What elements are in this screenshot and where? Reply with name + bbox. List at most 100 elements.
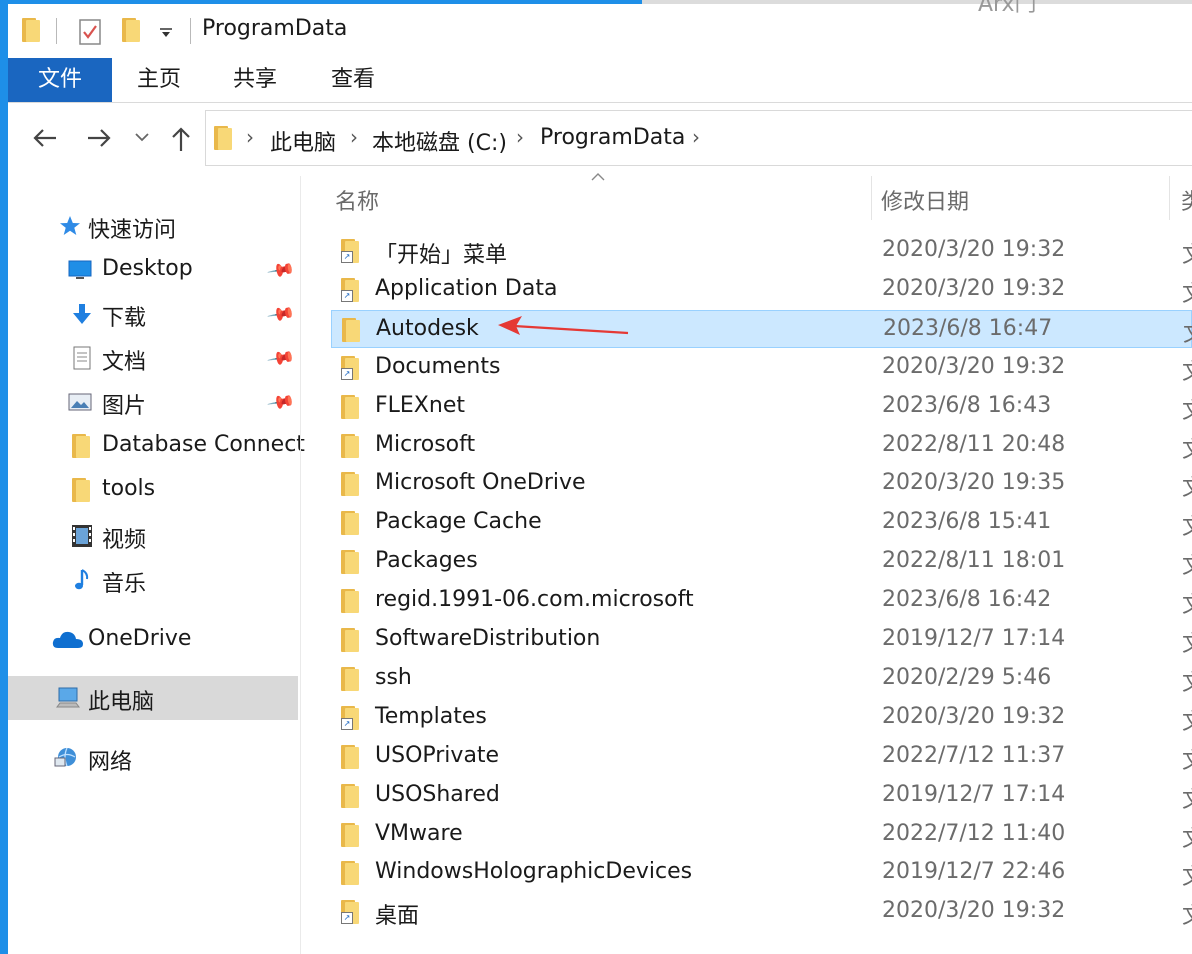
customize-toolbar-dropdown-icon[interactable]: [159, 28, 173, 38]
sidebar-item-label: 此电脑: [88, 690, 155, 715]
sidebar-item-label: 文档: [102, 350, 147, 375]
file-date-modified: 2023/6/8 16:43: [882, 392, 1052, 418]
file-row[interactable]: USOShared 2019/12/7 17:14 文: [331, 777, 1192, 815]
up-arrow-icon[interactable]: [170, 126, 192, 152]
file-row[interactable]: USOPrivate 2022/7/12 11:37 文: [331, 738, 1192, 776]
sidebar-item-database-connect[interactable]: Database Connect: [8, 426, 305, 466]
file-row[interactable]: Package Cache 2023/6/8 15:41 文: [331, 504, 1192, 542]
folder-shortcut-icon: ↗: [341, 239, 361, 263]
sidebar-item-label: 下载: [102, 306, 147, 331]
onedrive-cloud-icon: [52, 631, 83, 648]
tab-home[interactable]: 主页: [124, 58, 194, 102]
folder-icon: [341, 822, 361, 847]
sidebar-item-downloads[interactable]: 下载 📌: [8, 294, 298, 334]
folder-shortcut-icon: ↗: [341, 705, 361, 730]
file-type: 文: [1182, 432, 1192, 464]
breadcrumb-this-pc[interactable]: 此电脑: [270, 125, 336, 157]
file-row[interactable]: ↗ Application Data 2020/3/20 19:32 文: [331, 271, 1192, 309]
sidebar-item-desktop[interactable]: Desktop 📌: [8, 250, 298, 290]
tab-file[interactable]: 文件: [8, 58, 112, 102]
sidebar-item-documents[interactable]: 文档 📌: [8, 338, 298, 378]
back-arrow-icon[interactable]: [32, 127, 58, 149]
file-row[interactable]: regid.1991-06.com.microsoft 2023/6/8 16:4…: [331, 582, 1192, 620]
file-row[interactable]: ssh 2020/2/29 5:46 文: [331, 660, 1192, 698]
column-divider[interactable]: [871, 176, 872, 220]
computer-icon: [56, 687, 80, 708]
properties-icon[interactable]: [78, 18, 102, 46]
sidebar-item-onedrive[interactable]: OneDrive: [8, 620, 298, 660]
file-row[interactable]: Microsoft OneDrive 2020/3/20 19:35 文: [331, 465, 1192, 503]
folder-icon: [72, 434, 92, 458]
tab-view[interactable]: 查看: [318, 58, 388, 102]
breadcrumb-local-disk[interactable]: 本地磁盘 (C:): [372, 125, 507, 157]
pin-icon[interactable]: 📌: [266, 299, 296, 329]
folder-icon: [214, 126, 234, 150]
file-type: 文: [1182, 898, 1192, 930]
quick-access-toolbar: [8, 4, 1192, 58]
shortcut-arrow-icon: ↗: [341, 251, 353, 263]
sidebar-item-network[interactable]: 网络: [8, 738, 298, 778]
sidebar-item-tools[interactable]: tools: [8, 470, 298, 510]
folder-icon: [22, 18, 42, 42]
address-bar[interactable]: › 此电脑 › 本地磁盘 (C:) › ProgramData ›: [205, 110, 1192, 166]
file-date-modified: 2019/12/7 17:14: [882, 781, 1066, 807]
file-row[interactable]: Microsoft 2022/8/11 20:48 文: [331, 427, 1192, 465]
folder-icon: [341, 861, 361, 886]
file-date-modified: 2020/2/29 5:46: [882, 664, 1052, 690]
file-name: 桌面: [375, 904, 420, 930]
folder-icon: [341, 433, 361, 458]
forward-arrow-icon[interactable]: [86, 127, 112, 149]
file-row[interactable]: VMware 2022/7/12 11:40 文: [331, 816, 1192, 854]
document-icon: [73, 346, 91, 370]
file-row[interactable]: Packages 2022/8/11 18:01 文: [331, 543, 1192, 581]
file-name: USOPrivate: [375, 742, 500, 768]
breadcrumb-programdata[interactable]: ProgramData: [540, 125, 685, 150]
music-icon: [75, 569, 89, 590]
file-name: VMware: [375, 820, 463, 846]
breadcrumb-separator-icon[interactable]: ›: [516, 125, 524, 149]
file-date-modified: 2020/3/20 19:32: [882, 275, 1066, 301]
folder-icon: [341, 472, 361, 497]
file-row[interactable]: ↗ Templates 2020/3/20 19:32 文: [331, 699, 1192, 737]
breadcrumb-separator-icon[interactable]: ›: [350, 125, 358, 149]
column-name[interactable]: 名称: [335, 184, 379, 216]
sidebar-item-pictures[interactable]: 图片 📌: [8, 382, 298, 422]
file-date-modified: 2020/3/20 19:35: [882, 470, 1066, 496]
new-folder-icon[interactable]: [122, 18, 142, 42]
video-icon: [72, 525, 92, 547]
file-name: FLEXnet: [375, 392, 465, 418]
folder-icon: [341, 666, 361, 691]
desktop-icon: [68, 260, 92, 279]
file-row[interactable]: ↗ 「开始」菜单 2020/3/20 19:32 文: [331, 232, 1192, 270]
column-date-modified[interactable]: 修改日期: [881, 184, 969, 216]
tab-share[interactable]: 共享: [220, 58, 290, 102]
file-name: Packages: [375, 548, 478, 574]
file-row[interactable]: SoftwareDistribution 2019/12/7 17:14 文: [331, 621, 1192, 659]
pin-icon[interactable]: 📌: [266, 387, 296, 417]
file-date-modified: 2019/12/7 22:46: [882, 859, 1066, 885]
sidebar-item-music[interactable]: 音乐: [8, 560, 298, 600]
file-row[interactable]: FLEXnet 2023/6/8 16:43 文: [331, 388, 1192, 426]
pin-icon[interactable]: 📌: [266, 255, 296, 285]
annotation-arrow-icon: [498, 316, 629, 335]
file-row[interactable]: WindowsHolographicDevices 2019/12/7 22:46…: [331, 854, 1192, 892]
file-type: 文: [1183, 316, 1192, 348]
file-type: 文: [1182, 821, 1192, 853]
breadcrumb-separator-icon[interactable]: ›: [692, 125, 700, 149]
column-type[interactable]: 类: [1181, 184, 1192, 216]
column-divider[interactable]: [1169, 176, 1170, 220]
file-row[interactable]: ↗ 桌面 2020/3/20 19:32 文: [331, 893, 1192, 931]
sidebar-item-quick-access[interactable]: 快速访问: [8, 206, 298, 246]
file-type: 文: [1182, 237, 1192, 269]
folder-icon: [342, 317, 362, 342]
file-row[interactable]: ↗ Documents 2020/3/20 19:32 文: [331, 349, 1192, 387]
breadcrumb-separator-icon[interactable]: ›: [246, 125, 254, 149]
recent-locations-chevron-icon[interactable]: [134, 131, 150, 143]
file-date-modified: 2020/3/20 19:32: [882, 898, 1066, 924]
pin-icon[interactable]: 📌: [266, 343, 296, 373]
folder-icon: [341, 550, 361, 575]
sidebar-item-label: 图片: [102, 394, 147, 419]
file-row[interactable]: Autodesk 2023/6/8 16:47 文: [331, 309, 1192, 348]
sidebar-item-this-pc[interactable]: 此电脑: [8, 676, 298, 720]
sidebar-item-videos[interactable]: 视频: [8, 516, 298, 556]
